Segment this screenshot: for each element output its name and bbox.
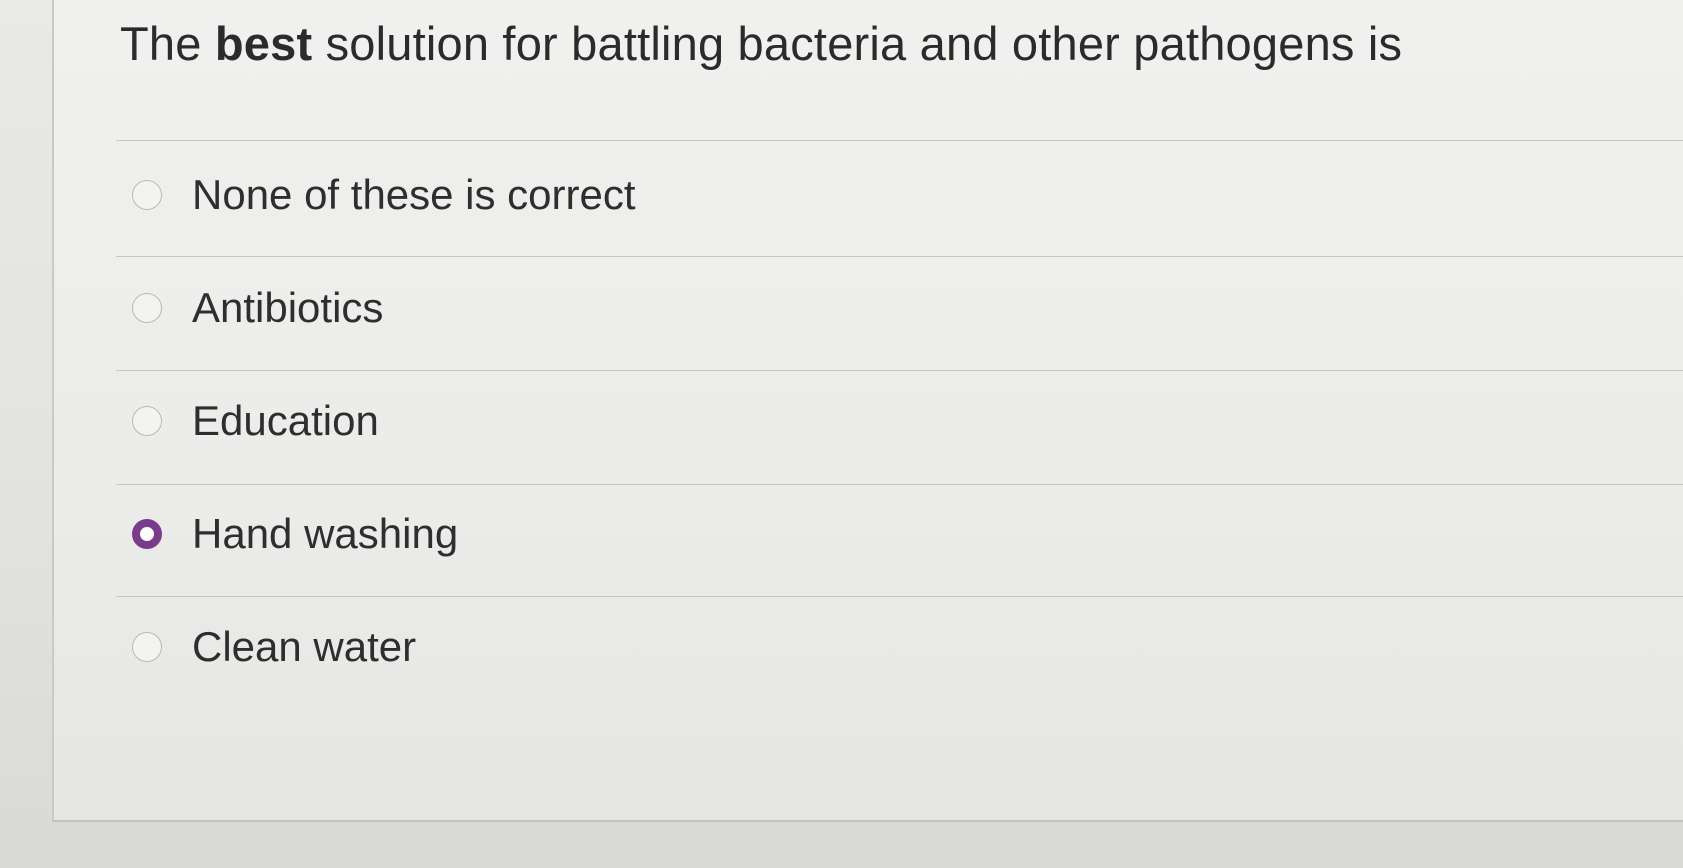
option-label: Hand washing	[192, 510, 459, 557]
radio-button[interactable]	[132, 293, 162, 323]
question-text: The best solution for battling bacteria …	[120, 16, 1402, 71]
divider	[116, 256, 1683, 257]
option-label: Clean water	[192, 623, 417, 670]
answer-option-clean-water[interactable]: Clean water	[132, 617, 416, 677]
radio-button[interactable]	[132, 406, 162, 436]
page-background: The best solution for battling bacteria …	[0, 0, 1683, 868]
radio-button[interactable]	[132, 632, 162, 662]
question-prefix: The	[120, 17, 202, 70]
divider	[116, 596, 1683, 597]
question-emphasis: best	[214, 17, 313, 70]
answer-option-antibiotics[interactable]: Antibiotics	[132, 278, 383, 338]
option-label: Antibiotics	[192, 284, 384, 331]
divider	[116, 370, 1683, 371]
answer-option-hand-washing[interactable]: Hand washing	[132, 504, 458, 564]
radio-button[interactable]	[132, 180, 162, 210]
option-label: None of these is correct	[192, 171, 636, 218]
question-suffix: solution for battling bacteria and other…	[325, 17, 1403, 70]
question-panel: The best solution for battling bacteria …	[52, 0, 1683, 822]
radio-button-selected[interactable]	[132, 519, 162, 549]
option-label: Education	[192, 397, 379, 444]
answer-option-education[interactable]: Education	[132, 391, 379, 451]
divider	[116, 140, 1683, 141]
answer-option-none[interactable]: None of these is correct	[132, 165, 636, 225]
divider	[116, 484, 1683, 485]
